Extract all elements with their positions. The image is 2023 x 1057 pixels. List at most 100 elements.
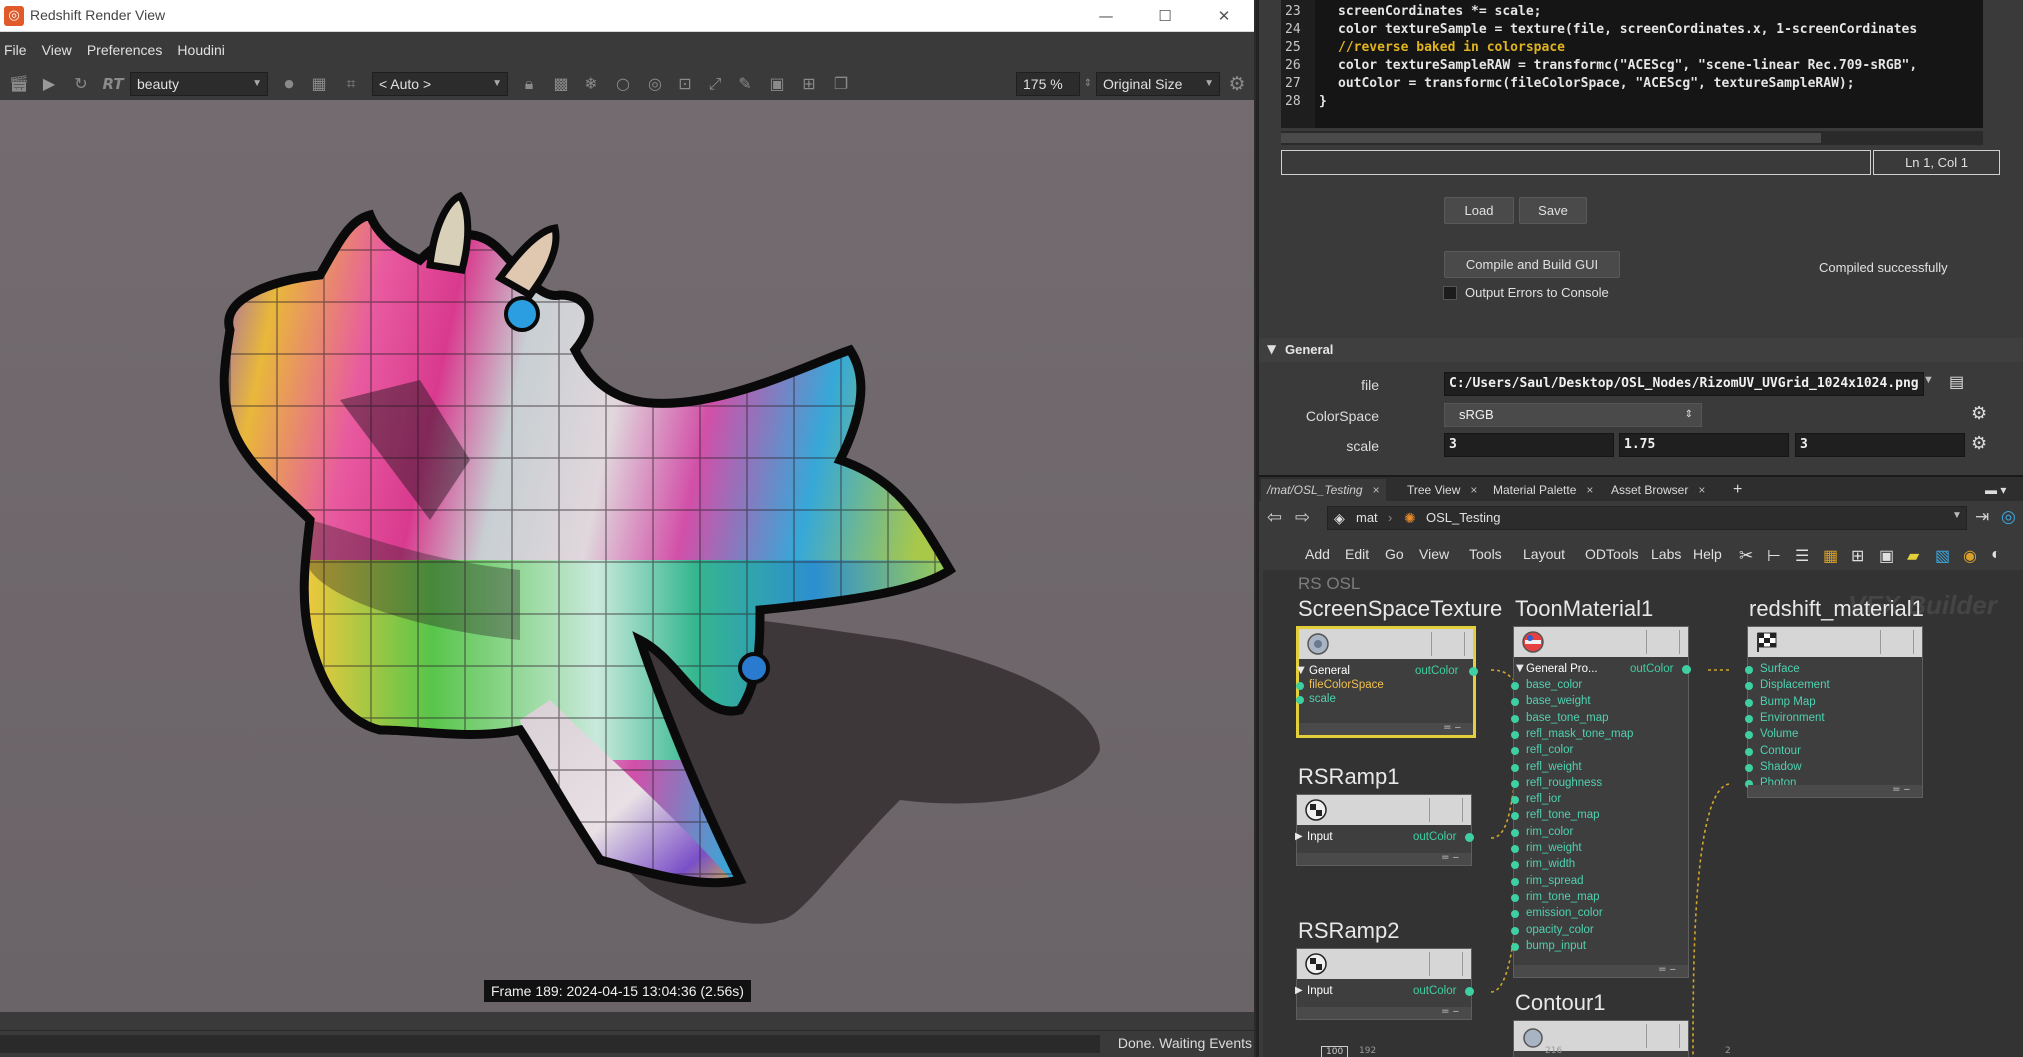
- menu-file[interactable]: File: [0, 37, 33, 58]
- node-flags[interactable]: [1429, 798, 1463, 822]
- port-refl-mask-tone-map[interactable]: refl_mask_tone_map: [1526, 728, 1633, 740]
- path-segment-mat[interactable]: mat: [1356, 510, 1378, 525]
- node-header[interactable]: [1748, 627, 1922, 657]
- input-connector[interactable]: [1511, 942, 1519, 951]
- compile-build-gui-button[interactable]: Compile and Build GUI: [1444, 251, 1620, 278]
- scale-x-field[interactable]: 3: [1444, 433, 1614, 457]
- port-general-properties[interactable]: General Pro...: [1526, 663, 1598, 675]
- rt-toggle[interactable]: RT: [98, 74, 128, 94]
- expand-triangle-icon[interactable]: ▼: [1297, 665, 1305, 676]
- port-volume[interactable]: Volume: [1760, 728, 1798, 740]
- tab-material-palette[interactable]: Material Palette ×: [1487, 479, 1599, 501]
- input-connector[interactable]: [1745, 698, 1753, 707]
- tab-close-icon[interactable]: ×: [1470, 483, 1477, 497]
- port-rim-tone-map[interactable]: rim_tone_map: [1526, 891, 1600, 903]
- port-emission-color[interactable]: emission_color: [1526, 907, 1603, 919]
- input-connector[interactable]: [1745, 666, 1753, 674]
- output-connector[interactable]: [1469, 667, 1478, 676]
- camera-dropdown[interactable]: < Auto > ▼: [372, 72, 508, 96]
- sticky-note-icon[interactable]: ▰: [1907, 546, 1919, 566]
- file-dropdown-icon[interactable]: ▼: [1923, 374, 1934, 386]
- load-button[interactable]: Load: [1444, 197, 1514, 224]
- port-bump-input[interactable]: bump_input: [1526, 940, 1586, 952]
- node-screenspacetexture[interactable]: ▼ General outColor fileColorSpace scale …: [1296, 626, 1478, 738]
- grid-view-icon[interactable]: ⊞: [1851, 546, 1864, 566]
- input-connector[interactable]: [1511, 893, 1519, 902]
- input-connector[interactable]: [1745, 731, 1753, 740]
- fit-icon[interactable]: ⤢: [704, 74, 726, 94]
- port-refl-color[interactable]: refl_color: [1526, 744, 1573, 756]
- focus-icon[interactable]: ⊡: [674, 74, 696, 94]
- port-outcolor[interactable]: outColor: [1630, 663, 1673, 675]
- collapse-triangle-icon[interactable]: ▼: [1267, 342, 1276, 356]
- lock-icon[interactable]: 🔒︎: [518, 74, 540, 94]
- port-outcolor[interactable]: outColor: [1415, 665, 1458, 677]
- node-name-rsramp1[interactable]: RSRamp1: [1298, 764, 1399, 790]
- general-section-header[interactable]: ▼ General: [1259, 338, 2023, 362]
- tab-close-icon[interactable]: ×: [1586, 483, 1593, 497]
- target-icon[interactable]: ◎: [644, 74, 666, 94]
- image-icon[interactable]: ▧: [1935, 546, 1950, 566]
- port-outcolor[interactable]: outColor: [1413, 985, 1456, 997]
- node-flags[interactable]: [1646, 1024, 1680, 1048]
- node-rsramp2[interactable]: ▶ Input outColor = ‒: [1295, 948, 1474, 1020]
- tab-network-path[interactable]: /mat/OSL_Testing ×: [1261, 479, 1386, 501]
- node-flags[interactable]: [1431, 632, 1465, 656]
- scale-z-field[interactable]: 3: [1795, 433, 1965, 457]
- node-header[interactable]: [1297, 949, 1471, 979]
- path-dropdown-icon[interactable]: ▼: [1952, 510, 1962, 521]
- port-environment[interactable]: Environment: [1760, 712, 1825, 724]
- input-connector[interactable]: [1511, 812, 1519, 821]
- input-connector[interactable]: [1511, 714, 1519, 723]
- input-connector[interactable]: [1511, 698, 1519, 707]
- node-header[interactable]: [1297, 795, 1471, 825]
- menu-preferences[interactable]: Preferences: [83, 37, 168, 58]
- port-bump-map[interactable]: Bump Map: [1760, 696, 1816, 708]
- pin-icon[interactable]: ⇥: [1975, 507, 1989, 527]
- port-base-color[interactable]: base_color: [1526, 679, 1582, 691]
- colorspace-gear-icon[interactable]: ⚙: [1971, 403, 1987, 424]
- port-contour[interactable]: Contour: [1760, 745, 1801, 757]
- list-icon[interactable]: ☰: [1795, 546, 1809, 566]
- scrollbar-thumb[interactable]: [1281, 133, 1821, 143]
- add-tab-button[interactable]: +: [1727, 479, 1748, 501]
- input-connector[interactable]: [1511, 747, 1519, 756]
- port-filecolorspace[interactable]: fileColorSpace: [1309, 679, 1384, 691]
- output-errors-checkbox[interactable]: [1443, 286, 1457, 300]
- menu-odtools[interactable]: ODTools: [1585, 546, 1639, 562]
- render-viewport[interactable]: [0, 100, 1254, 1012]
- database-icon[interactable]: ◉: [1963, 546, 1977, 566]
- input-connector[interactable]: [1296, 682, 1304, 690]
- play-icon[interactable]: ▶: [38, 74, 60, 94]
- node-name-rsramp2[interactable]: RSRamp2: [1298, 918, 1399, 944]
- input-connector[interactable]: [1511, 845, 1519, 853]
- port-general[interactable]: General: [1309, 665, 1350, 677]
- node-rsramp1[interactable]: ▶ Input outColor = ‒: [1295, 794, 1474, 866]
- input-connector[interactable]: [1511, 796, 1519, 805]
- minimize-button[interactable]: —: [1083, 4, 1129, 28]
- panel-icon[interactable]: ▣: [1879, 546, 1894, 566]
- input-connector[interactable]: [1745, 763, 1753, 772]
- node-name-toonmaterial1[interactable]: ToonMaterial1: [1515, 596, 1653, 622]
- osl-code-editor[interactable]: 23 screenCordinates *= scale; 24 color t…: [1281, 0, 1983, 128]
- add-snapshot-icon[interactable]: ⊞: [798, 74, 820, 94]
- colorspace-dropdown[interactable]: sRGB ⇕: [1444, 403, 1702, 427]
- aov-dropdown[interactable]: beauty ▼: [130, 72, 268, 96]
- node-name-redshift-material1[interactable]: redshift_material1: [1749, 596, 1924, 622]
- input-connector[interactable]: [1511, 828, 1519, 837]
- scale-y-field[interactable]: 1.75: [1619, 433, 1789, 457]
- input-connector[interactable]: [1511, 877, 1519, 886]
- menu-tools[interactable]: Tools: [1469, 546, 1502, 562]
- more-icon[interactable]: ◐: [1991, 546, 2001, 564]
- input-connector[interactable]: [1745, 714, 1753, 723]
- port-refl-weight[interactable]: refl_weight: [1526, 761, 1582, 773]
- path-breadcrumb[interactable]: ◈ mat › ✺ OSL_Testing ▼: [1327, 506, 1967, 530]
- circle-icon[interactable]: ○: [612, 74, 634, 94]
- port-rim-spread[interactable]: rim_spread: [1526, 875, 1584, 887]
- settings-gear-icon[interactable]: ⚙: [1226, 74, 1248, 94]
- port-base-tone-map[interactable]: base_tone_map: [1526, 712, 1608, 724]
- output-connector[interactable]: [1465, 833, 1474, 842]
- clapper-icon[interactable]: 🎬︎: [8, 74, 30, 94]
- menu-view[interactable]: View: [38, 37, 78, 58]
- input-connector[interactable]: [1511, 682, 1519, 690]
